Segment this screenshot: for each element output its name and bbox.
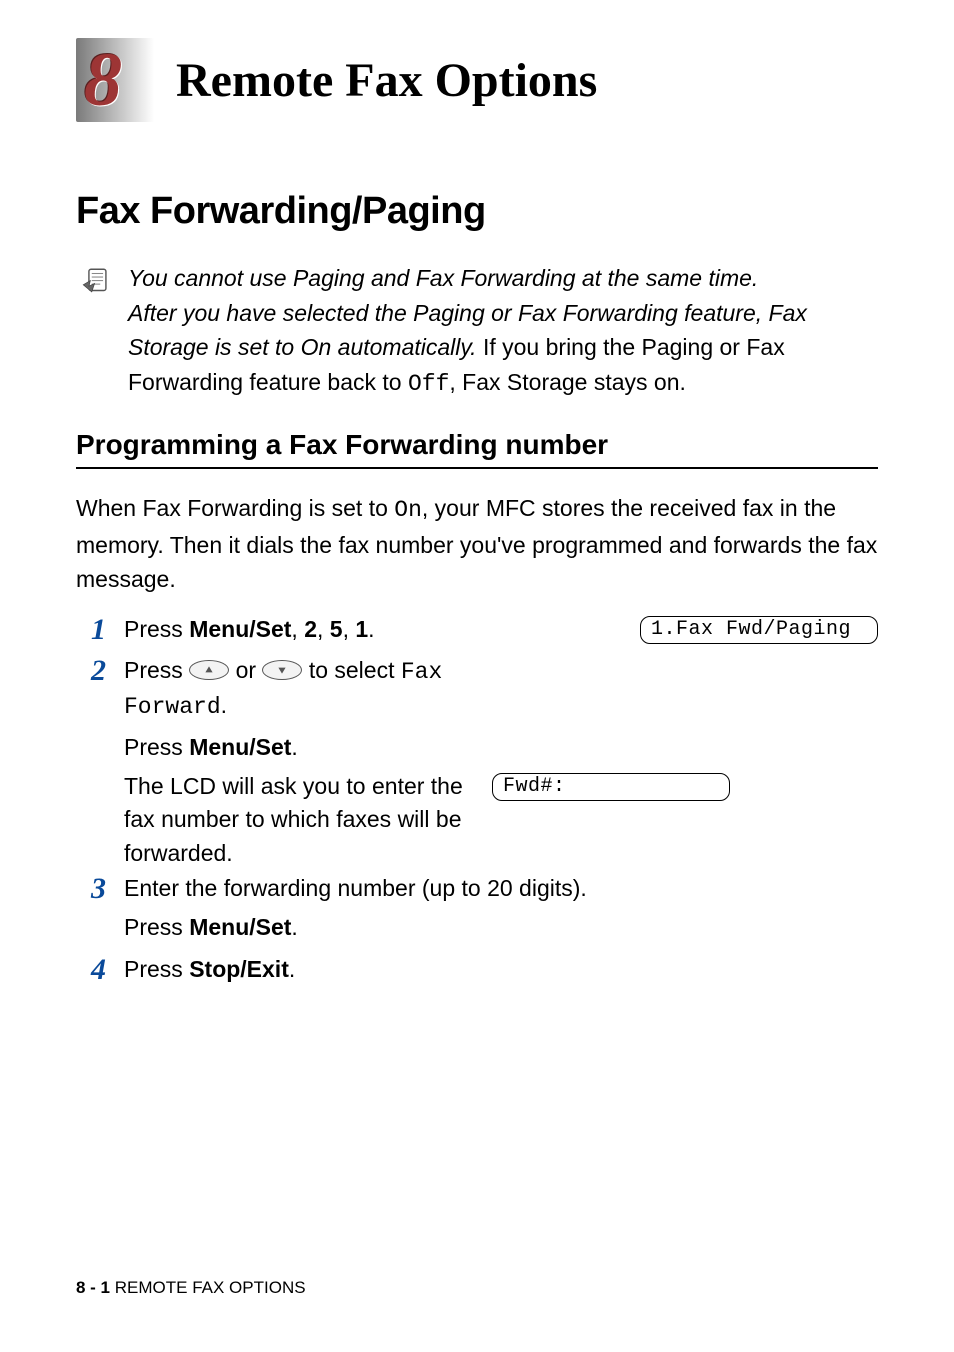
forward-mono: Forward	[124, 694, 221, 720]
sep: ,	[317, 616, 330, 642]
sep: ,	[343, 616, 356, 642]
sep: ,	[291, 616, 304, 642]
step-2-press2: Press	[124, 734, 189, 760]
step-1-body: Press Menu/Set, 2, 5, 1.	[124, 613, 622, 652]
note-off-mono: Off	[408, 371, 449, 397]
footer-label: REMOTE FAX OPTIONS	[115, 1278, 306, 1297]
note-text: You cannot use Paging and Fax Forwarding…	[128, 261, 878, 401]
note-icon	[78, 261, 114, 401]
intro-a: When Fax Forwarding is set to	[76, 495, 394, 521]
note-line2-tail: , Fax Storage stays on.	[449, 369, 686, 395]
chapter-title: Remote Fax Options	[176, 53, 597, 108]
dot: .	[221, 692, 227, 718]
dot: .	[291, 734, 297, 760]
step-4-press: Press	[124, 956, 189, 982]
step-2-press: Press	[124, 657, 189, 683]
menuset-key: Menu/Set	[189, 734, 291, 760]
up-arrow-key-icon	[189, 660, 229, 680]
key-2: 2	[304, 616, 317, 642]
step-2: 2 Press or to select Fax Forward.	[76, 654, 878, 870]
step-2-or: or	[236, 657, 263, 683]
step-2-to-select: to select	[309, 657, 401, 683]
step-number: 3	[76, 872, 108, 905]
chapter-number: 8	[84, 42, 122, 118]
note-block: You cannot use Paging and Fax Forwarding…	[76, 261, 878, 401]
steps-list: 1 Press Menu/Set, 2, 5, 1. 1.Fax Fwd/Pag…	[76, 613, 878, 992]
fax-mono: Fax	[401, 659, 442, 685]
down-arrow-key-icon	[262, 660, 302, 680]
step-3-body: Enter the forwarding number (up to 20 di…	[124, 872, 878, 951]
section-heading-fax-forwarding-paging: Fax Forwarding/Paging	[76, 190, 878, 233]
intro-paragraph: When Fax Forwarding is set to On, your M…	[76, 491, 878, 597]
step-1-press: Press	[124, 616, 189, 642]
dot: .	[291, 914, 297, 940]
step-2-lcd-intro: The LCD will ask you to enter the fax nu…	[124, 770, 474, 870]
stop-exit-key: Stop/Exit	[189, 956, 289, 982]
note-line1: You cannot use Paging and Fax Forwarding…	[128, 265, 758, 291]
step-4: 4 Press Stop/Exit.	[76, 953, 878, 992]
step-number: 1	[76, 613, 108, 646]
step-number: 4	[76, 953, 108, 986]
dot: .	[368, 616, 374, 642]
step-1: 1 Press Menu/Set, 2, 5, 1. 1.Fax Fwd/Pag…	[76, 613, 878, 652]
step-4-body: Press Stop/Exit.	[124, 953, 878, 992]
dot: .	[289, 956, 295, 982]
key-1: 1	[355, 616, 368, 642]
chapter-number-box: 8	[76, 38, 154, 122]
step-3-press: Press	[124, 914, 189, 940]
chapter-header: 8 Remote Fax Options	[76, 38, 878, 122]
step-number: 2	[76, 654, 108, 687]
section-heading-programming-fax-forwarding-number: Programming a Fax Forwarding number	[76, 429, 878, 469]
menuset-key: Menu/Set	[189, 914, 291, 940]
page-footer: 8 - 1 REMOTE FAX OPTIONS	[76, 1278, 306, 1298]
key-5: 5	[330, 616, 343, 642]
lcd-display-fax-fwd-paging: 1.Fax Fwd/Paging	[640, 616, 878, 644]
step-3: 3 Enter the forwarding number (up to 20 …	[76, 872, 878, 951]
lcd-display-fwd-number: Fwd#:	[492, 773, 730, 801]
intro-on: On	[394, 497, 422, 523]
step-3-line1: Enter the forwarding number (up to 20 di…	[124, 872, 878, 905]
menuset-key: Menu/Set	[189, 616, 291, 642]
step-2-body: Press or to select Fax Forward. Press Me…	[124, 654, 878, 870]
page-number: 8 - 1	[76, 1278, 110, 1297]
